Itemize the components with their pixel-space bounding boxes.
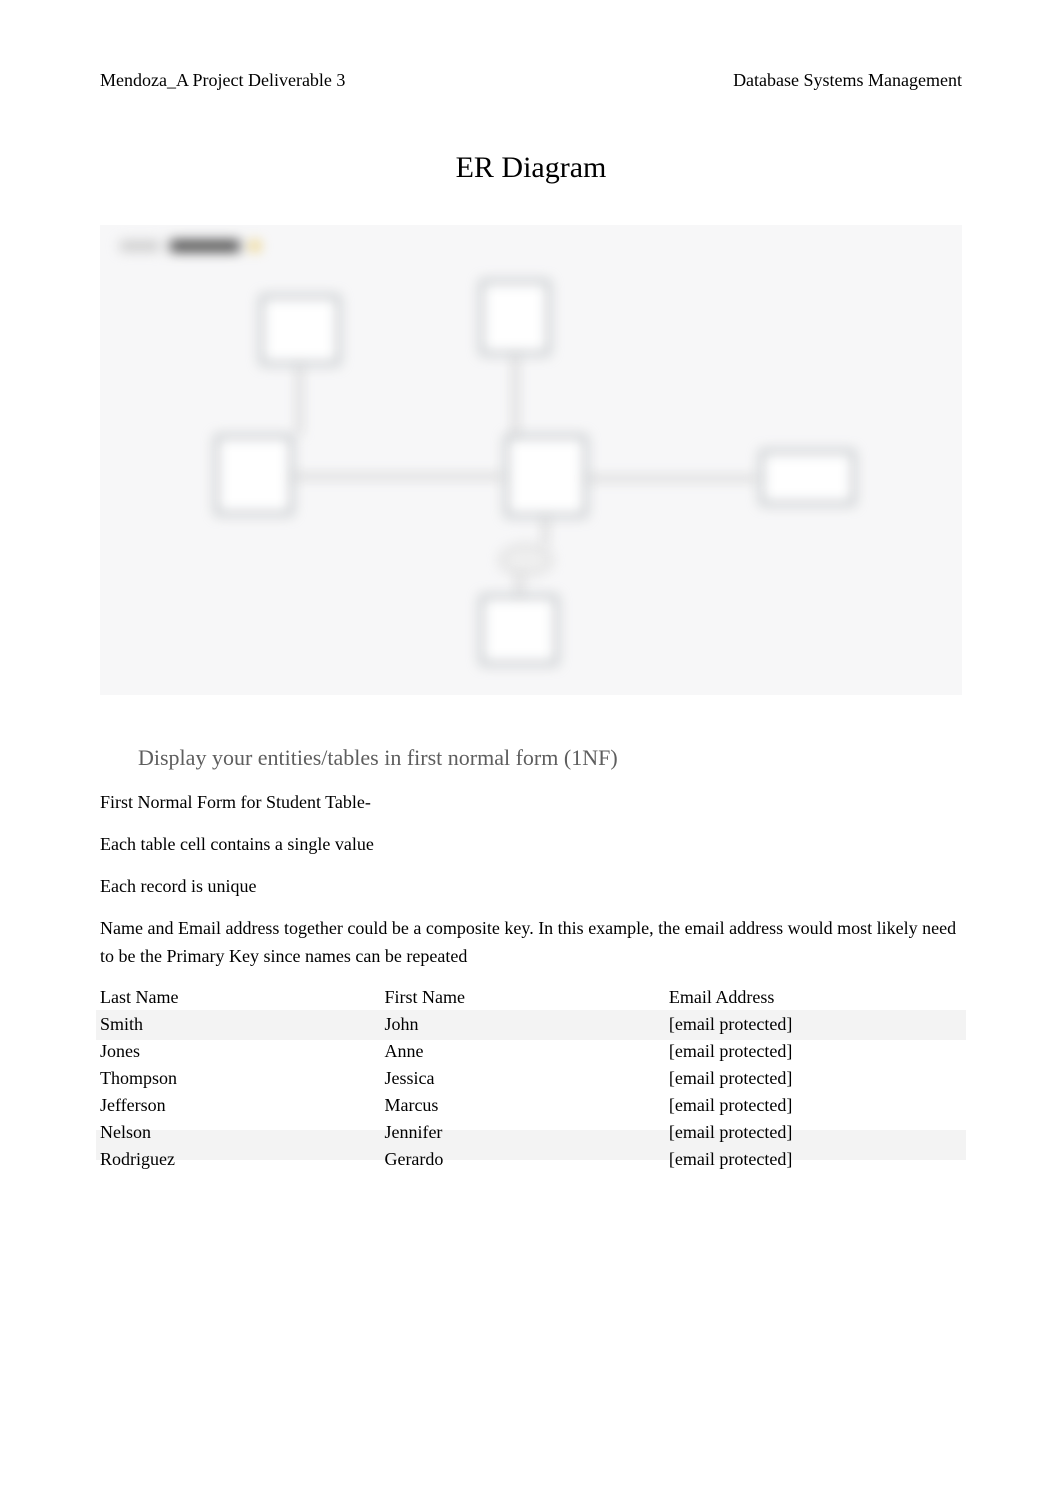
cell-email: [email protected] [669,1038,962,1065]
section-heading-row: Display your entities/tables in first no… [100,745,962,771]
connector-line [514,355,517,435]
cell-email: [email protected] [669,1065,962,1092]
section-heading: Display your entities/tables in first no… [138,745,618,771]
table-row: Smith John [email protected] [100,1011,962,1038]
connector-line [293,475,503,478]
entity-box [760,450,855,505]
entity-box [260,295,340,365]
paragraph: First Normal Form for Student Table- [100,789,962,817]
paragraph: Each table cell contains a single value [100,831,962,859]
paragraph: Name and Email address together could be… [100,915,962,971]
cell-firstname: John [384,1011,668,1038]
er-diagram-image [100,225,962,695]
relationship-oval [500,545,552,575]
cell-email: [email protected] [669,1011,962,1038]
col-header-lastname: Last Name [100,984,384,1011]
table-row: Jefferson Marcus [email protected] [100,1092,962,1119]
cell-lastname: Thompson [100,1065,384,1092]
col-header-firstname: First Name [384,984,668,1011]
cell-lastname: Smith [100,1011,384,1038]
table-row: Nelson Jennifer [email protected] [100,1119,962,1146]
cell-firstname: Jennifer [384,1119,668,1146]
col-header-email: Email Address [669,984,962,1011]
connector-line [298,365,301,435]
table-header-row: Last Name First Name Email Address [100,984,962,1011]
header-left: Mendoza_A Project Deliverable 3 [100,70,345,91]
cell-firstname: Marcus [384,1092,668,1119]
cell-firstname: Gerardo [384,1146,668,1173]
page-header: Mendoza_A Project Deliverable 3 Database… [100,70,962,91]
placeholder-chip [170,240,240,252]
cell-email: [email protected] [669,1092,962,1119]
connector-line [518,575,521,595]
cell-lastname: Jefferson [100,1092,384,1119]
connector-line [544,517,547,545]
toolbar-placeholder [120,240,260,252]
student-table: Last Name First Name Email Address Smith… [100,984,962,1173]
cell-firstname: Jessica [384,1065,668,1092]
cell-lastname: Jones [100,1038,384,1065]
cell-email: [email protected] [669,1119,962,1146]
table-row: Rodriguez Gerardo [email protected] [100,1146,962,1173]
placeholder-chip [120,241,160,251]
cell-lastname: Nelson [100,1119,384,1146]
entity-box [505,435,587,517]
cell-lastname: Rodriguez [100,1146,384,1173]
header-right: Database Systems Management [733,70,962,91]
table-row: Thompson Jessica [email protected] [100,1065,962,1092]
entity-box [215,435,293,515]
table-row: Jones Anne [email protected] [100,1038,962,1065]
page: Mendoza_A Project Deliverable 3 Database… [0,0,1062,1506]
student-table-wrap: Last Name First Name Email Address Smith… [100,984,962,1173]
connector-line [587,477,757,480]
cell-email: [email protected] [669,1146,962,1173]
page-title: ER Diagram [100,151,962,185]
entity-box [480,595,558,665]
cell-firstname: Anne [384,1038,668,1065]
paragraph: Each record is unique [100,873,962,901]
entity-box [480,280,550,355]
placeholder-dot [250,241,260,251]
